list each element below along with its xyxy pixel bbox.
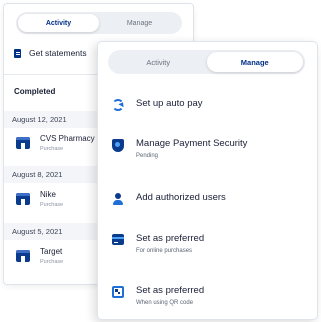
transaction-type: Purchase [40,202,64,208]
set-up-auto-pay-item[interactable]: Set up auto pay [112,98,203,111]
item-title: Set as preferred [136,233,205,244]
merchant-name: Target [40,247,63,256]
set-preferred-qr-item[interactable]: Set as preferred When using QR code [112,285,204,306]
transaction-row[interactable]: CVS Pharmacy Purchase [16,134,95,152]
item-title: Add authorized users [136,192,226,203]
transaction-type: Purchase [40,146,64,152]
get-statements-link[interactable]: Get statements [14,48,87,58]
item-subtitle: When using QR code [136,300,194,306]
tab-manage[interactable]: Manage [99,14,180,32]
merchant-name: Nike [40,190,57,199]
item-subtitle: Pending [136,153,159,159]
qr-code-icon [112,286,124,298]
manage-panel: Activity Manage Set up auto pay Manage P… [97,41,318,320]
add-authorized-users-item[interactable]: Add authorized users [112,192,226,205]
document-icon [14,48,21,58]
card-icon [112,234,124,245]
store-icon [16,250,30,262]
set-preferred-online-item[interactable]: Set as preferred For online purchases [112,233,204,254]
get-statements-label: Get statements [29,48,87,58]
item-title: Set as preferred [136,285,205,296]
tab-activity[interactable]: Activity [18,14,99,32]
tab-manage[interactable]: Manage [206,52,303,72]
activity-manage-toggle: Activity Manage [16,12,182,34]
store-icon [16,137,30,149]
activity-manage-toggle: Activity Manage [108,50,305,74]
item-subtitle: For online purchases [136,248,193,254]
users-icon [112,193,124,205]
item-title: Manage Payment Security [136,138,248,149]
transaction-row[interactable]: Nike Purchase [16,190,63,208]
shield-icon [112,139,124,152]
section-title: Completed [14,87,56,96]
manage-payment-security-item[interactable]: Manage Payment Security Pending [112,138,247,159]
item-title: Set up auto pay [136,98,203,109]
store-icon [16,193,30,205]
tab-activity[interactable]: Activity [110,52,207,72]
transaction-type: Purchase [40,259,64,265]
merchant-name: CVS Pharmacy [40,134,95,143]
sync-icon [112,99,124,111]
transaction-row[interactable]: Target Purchase [16,247,63,265]
